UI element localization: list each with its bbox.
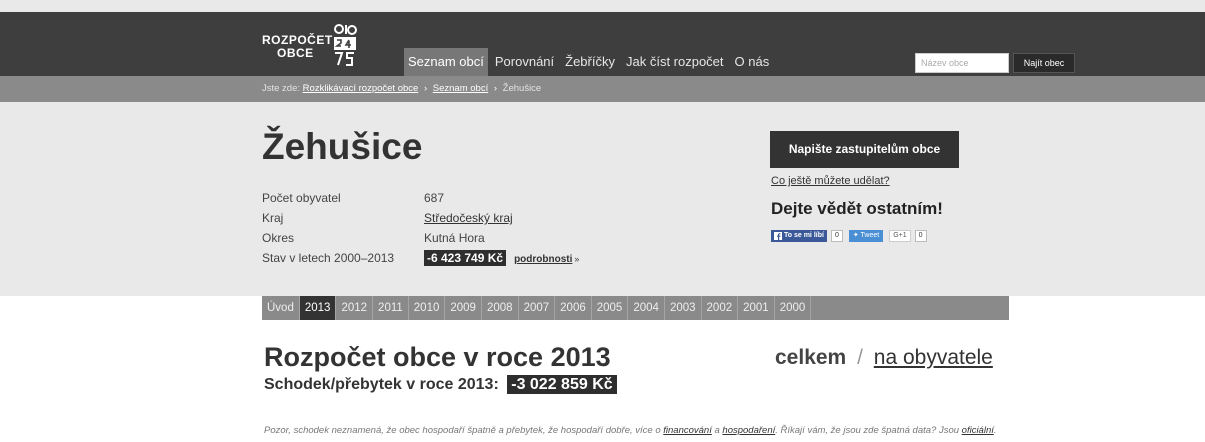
budget-balance-heading: Schodek/přebytek v roce 2013: -3 022 859… [264, 375, 617, 394]
fact-value: Kutná Hora [424, 231, 485, 245]
fact-label: Stav v letech 2000–2013 [262, 251, 395, 265]
tab-2008[interactable]: 2008 [482, 296, 519, 320]
view-separator: / [857, 346, 863, 369]
budget-balance-label: Schodek/přebytek v roce 2013: [264, 376, 499, 393]
main-menu: Seznam obcí Porovnání Žebříčky Jak číst … [404, 48, 776, 76]
fact-label: Kraj [262, 211, 284, 225]
fact-label: Počet obyvatel [262, 191, 341, 205]
logo-text-line1: ROZPOČET [262, 33, 333, 47]
year-tabs: Úvod 2013 2012 2011 2010 2009 2008 2007 … [262, 296, 1009, 320]
top-strip [0, 0, 1205, 12]
region-link[interactable]: Středočeský kraj [424, 211, 513, 225]
google-plus-button[interactable]: G+1 [889, 230, 911, 242]
breadcrumb-bar: Jste zde: Rozklikávací rozpočet obce › S… [0, 76, 1205, 102]
breadcrumb: Jste zde: Rozklikávací rozpočet obce › S… [262, 76, 541, 102]
town-header: Žehušice Počet obyvatel 687 Kraj Středoč… [0, 102, 1205, 296]
site-logo[interactable]: ROZPOČET OBCE [262, 22, 382, 68]
tab-2011[interactable]: 2011 [373, 296, 409, 320]
tab-2006[interactable]: 2006 [555, 296, 592, 320]
top-navigation: ROZPOČET OBCE Seznam obcí Porovnání Žebř… [0, 12, 1205, 76]
breadcrumb-current: Žehušice [502, 83, 542, 94]
town-search-input[interactable] [915, 53, 1009, 73]
details-link[interactable]: podrobnosti [514, 254, 572, 265]
chevron-down-icon[interactable]: » [574, 254, 579, 264]
facebook-like-label: To se mi líbí [784, 232, 824, 239]
nav-item-porovnani[interactable]: Porovnání [491, 48, 558, 76]
find-town-button[interactable]: Najít obec [1013, 53, 1075, 73]
tweet-button[interactable]: ✦ Tweet [848, 230, 884, 242]
breadcrumb-separator: › [493, 83, 498, 94]
breadcrumb-link-towns[interactable]: Seznam obcí [433, 83, 488, 94]
tab-2001[interactable]: 2001 [738, 296, 775, 320]
facebook-like-button[interactable]: To se mi líbí [771, 230, 827, 242]
facebook-icon [774, 232, 782, 240]
tab-2007[interactable]: 2007 [519, 296, 556, 320]
budget-title: Rozpočet obce v roce 2013 [264, 342, 611, 372]
official-link[interactable]: oficiální [962, 425, 994, 436]
fact-value: 687 [424, 191, 445, 205]
write-representatives-button[interactable]: Napište zastupitelům obce [770, 131, 959, 168]
twitter-icon: ✦ [852, 232, 859, 239]
fact-label: Okres [262, 231, 295, 245]
tab-2009[interactable]: 2009 [445, 296, 482, 320]
fact-value-balance: -6 423 749 Kč podrobnosti» [424, 248, 579, 270]
nav-item-o-nas[interactable]: O nás [731, 48, 774, 76]
more-actions-link[interactable]: Co ještě můžete udělat? [771, 175, 890, 187]
breadcrumb-link-budget[interactable]: Rozklikávací rozpočet obce [303, 83, 419, 94]
logo-emblem-icon [334, 24, 357, 66]
tab-2003[interactable]: 2003 [665, 296, 702, 320]
note-text: . [993, 424, 997, 436]
nav-item-zebricky[interactable]: Žebříčky [561, 48, 619, 76]
share-heading: Dejte vědět ostatním! [771, 199, 943, 218]
management-link[interactable]: hospodaření [722, 425, 775, 436]
tab-2013[interactable]: 2013 [299, 296, 337, 320]
balance-badge: -6 423 749 Kč [424, 250, 507, 266]
google-plus-count: 0 [914, 230, 927, 242]
breadcrumb-separator: › [423, 83, 428, 94]
facebook-count: 0 [830, 230, 843, 242]
social-buttons: To se mi líbí 0 ✦ Tweet G+1 0 [771, 229, 927, 243]
tab-2000[interactable]: 2000 [775, 296, 812, 320]
tab-2012[interactable]: 2012 [336, 296, 374, 320]
logo-text-line2: OBCE [277, 46, 314, 60]
view-toggle: celkem / na obyvatele [775, 346, 993, 370]
deficit-badge: -3 022 859 Kč [507, 375, 617, 394]
note-text: Pozor, schodek neznamená, že obec hospod… [264, 424, 664, 436]
tab-2005[interactable]: 2005 [592, 296, 629, 320]
breadcrumb-prefix: Jste zde: [262, 83, 301, 94]
fact-value-region-link: Středočeský kraj [424, 208, 513, 228]
nav-item-seznam-obci[interactable]: Seznam obcí [404, 48, 488, 76]
tab-2010[interactable]: 2010 [409, 296, 446, 320]
nav-item-jak-cist-rozpocet[interactable]: Jak číst rozpočet [622, 48, 728, 76]
disclaimer-note: Pozor, schodek neznamená, že obec hospod… [264, 423, 1024, 438]
financing-link[interactable]: financování [663, 425, 712, 436]
tab-2004[interactable]: 2004 [628, 296, 665, 320]
page-title: Žehušice [262, 126, 423, 167]
view-total-option[interactable]: celkem [775, 346, 846, 369]
note-text: a [711, 424, 723, 436]
tab-uvod[interactable]: Úvod [262, 296, 300, 320]
note-text: . Říkají vám, že jsou zde špatná data? J… [775, 424, 962, 436]
view-per-capita-link[interactable]: na obyvatele [874, 346, 993, 369]
tweet-label: Tweet [860, 232, 880, 239]
tab-2002[interactable]: 2002 [702, 296, 739, 320]
